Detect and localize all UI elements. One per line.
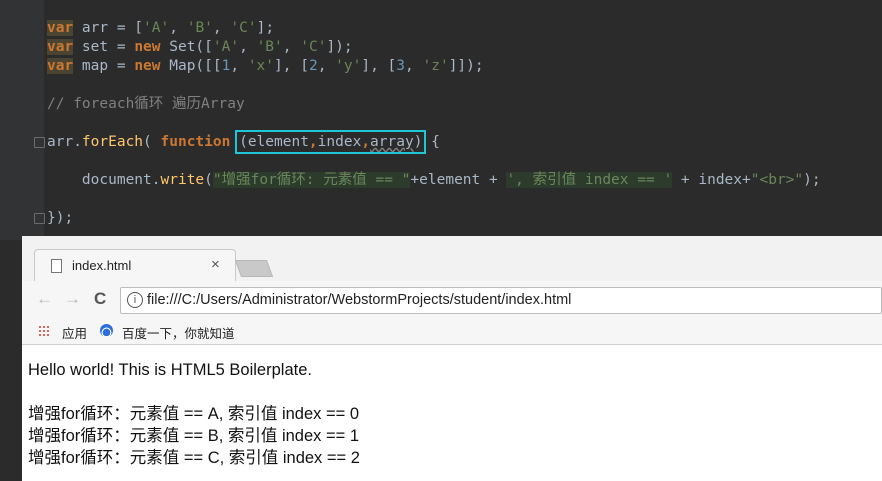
code-line-map[interactable]: var map = new Map([[1, 'x'], [2, 'y'], […: [47, 57, 484, 75]
code-text: (: [204, 172, 213, 188]
code-comma: ,: [361, 134, 371, 150]
browser-window: index.html × ← → C i file:///C:/Users/Ad…: [22, 236, 882, 481]
address-bar[interactable]: i file:///C:/Users/Administrator/Webstor…: [120, 287, 882, 314]
code-text: ]);: [326, 39, 353, 55]
string-literal: 'B': [186, 20, 213, 36]
code-text: set =: [73, 39, 135, 55]
editor-gutter: [0, 0, 44, 240]
code-text: arr.: [47, 134, 82, 150]
code-text: ,: [317, 58, 336, 74]
code-text: ,: [230, 58, 248, 74]
apps-grid-icon[interactable]: [38, 325, 50, 337]
fold-marker-icon[interactable]: [34, 213, 45, 224]
bookmarks-bar: 应用 百度一下，你就知道: [22, 318, 882, 345]
code-text: ], [: [274, 58, 309, 74]
close-icon[interactable]: ×: [211, 256, 220, 273]
code-text: Set([: [160, 39, 213, 55]
code-text: {: [422, 134, 440, 150]
page-icon: [51, 259, 62, 273]
code-line-foreach[interactable]: arr.forEach( function (element,index,arr…: [47, 130, 440, 154]
code-text: ,: [239, 39, 257, 55]
code-text: Map([[: [160, 58, 222, 74]
code-comma: ,: [308, 134, 318, 150]
string-literal: 'A': [143, 20, 170, 36]
string-literal: 'B': [256, 39, 283, 55]
param-array: array: [370, 134, 414, 150]
code-comment[interactable]: // foreach循环 遍历Array: [47, 95, 245, 113]
string-literal: 'C': [230, 20, 257, 36]
code-text: );: [803, 172, 821, 188]
keyword-new: new: [134, 58, 161, 74]
method-name: write: [160, 172, 205, 188]
code-text: map =: [73, 58, 135, 74]
code-text: ]]);: [448, 58, 484, 74]
back-arrow-icon[interactable]: ←: [36, 289, 53, 309]
param-index: index: [317, 134, 362, 150]
info-icon[interactable]: i: [127, 292, 143, 308]
string-literal: 'x': [247, 58, 275, 74]
code-text: ,: [212, 20, 231, 36]
code-line-write[interactable]: document.write("增强for循环: 元素值 == "+elemen…: [47, 171, 821, 189]
keyword-function: function: [160, 134, 231, 150]
code-line-arr[interactable]: var arr = ['A', 'B', 'C'];: [47, 19, 274, 37]
output-line: 增强for循环：元素值 == C, 索引值 index == 2: [28, 449, 360, 467]
page-content: Hello world! This is HTML5 Boilerplate. …: [22, 345, 882, 481]
highlighted-params: (element,index,array): [235, 130, 427, 154]
code-text: (: [239, 134, 248, 150]
fold-marker-icon[interactable]: [34, 137, 45, 148]
bookmark-apps[interactable]: 应用: [62, 323, 87, 342]
number-literal: 2: [308, 58, 318, 74]
code-text: (: [143, 134, 161, 150]
tab-title: index.html: [72, 258, 132, 273]
keyword-var: var: [47, 39, 74, 55]
string-literal: 'A': [212, 39, 240, 55]
tab-index-html[interactable]: index.html ×: [34, 249, 236, 282]
bookmark-baidu[interactable]: 百度一下，你就知道: [122, 323, 235, 342]
output-line: 增强for循环：元素值 == B, 索引值 index == 1: [28, 427, 360, 445]
tab-strip: index.html ×: [22, 236, 882, 282]
code-text: + index+: [672, 172, 751, 188]
string-literal: ', 索引值 index == ': [506, 172, 673, 188]
page-heading: Hello world! This is HTML5 Boilerplate.: [28, 361, 312, 379]
string-literal: 'z': [422, 58, 449, 74]
forward-arrow-icon[interactable]: →: [64, 289, 81, 309]
code-text: ], [: [361, 58, 397, 74]
code-line-close[interactable]: });: [47, 209, 73, 227]
code-text: ];: [256, 20, 275, 36]
code-text: +element +: [410, 172, 507, 188]
string-literal: 'C': [300, 39, 327, 55]
keyword-var: var: [47, 20, 74, 36]
code-text: document.: [47, 172, 161, 188]
string-literal: "<br>": [750, 172, 804, 188]
reload-icon[interactable]: C: [94, 289, 106, 309]
code-text: ,: [405, 58, 423, 74]
baidu-paw-icon[interactable]: [100, 324, 113, 337]
method-name: forEach: [81, 134, 144, 150]
param-element: element: [247, 134, 309, 150]
code-text: arr = [: [73, 20, 144, 36]
output-line: 增强for循环：元素值 == A, 索引值 index == 0: [28, 405, 360, 423]
browser-toolbar: ← → C i file:///C:/Users/Administrator/W…: [22, 281, 882, 318]
code-text: ,: [169, 20, 187, 36]
url-text: file:///C:/Users/Administrator/WebstormP…: [147, 292, 572, 308]
string-literal: 'y': [335, 58, 362, 74]
string-literal: "增强for循环: 元素值 == ": [212, 172, 411, 188]
code-line-set[interactable]: var set = new Set(['A', 'B', 'C']);: [47, 38, 353, 56]
code-text: ,: [282, 39, 301, 55]
code-editor[interactable]: var arr = ['A', 'B', 'C']; var set = new…: [0, 0, 882, 240]
number-literal: 3: [396, 58, 406, 74]
keyword-var: var: [47, 58, 74, 74]
keyword-new: new: [134, 39, 161, 55]
new-tab-button[interactable]: [234, 260, 274, 277]
